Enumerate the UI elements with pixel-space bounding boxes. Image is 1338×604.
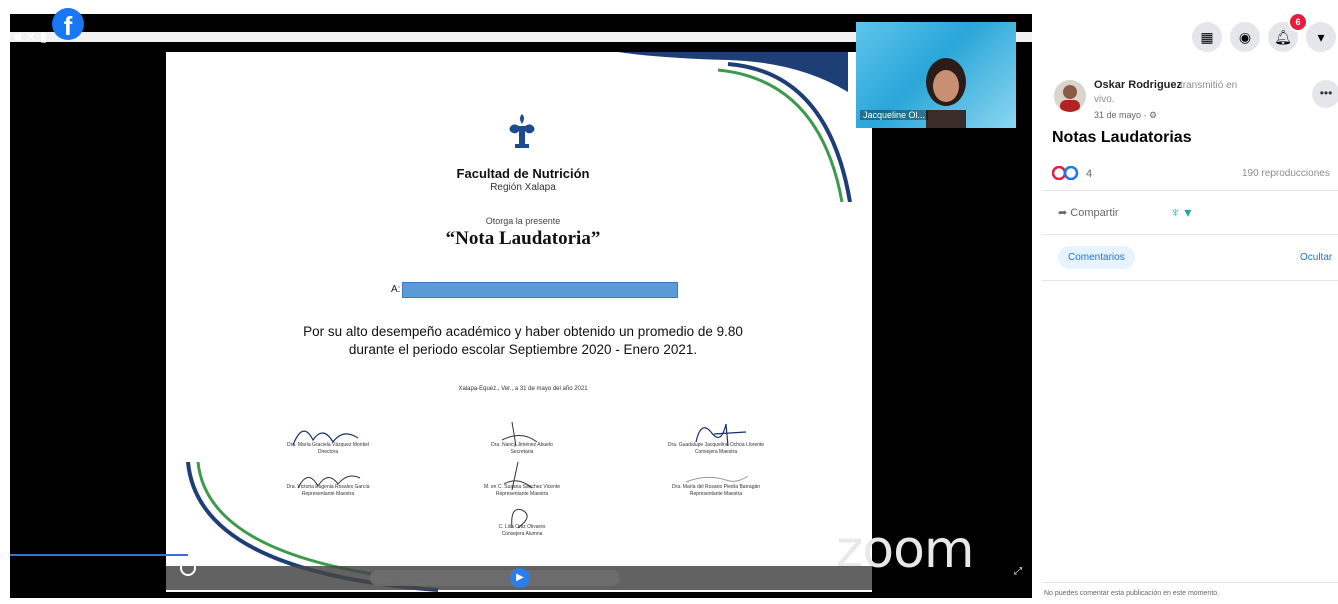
post-title: Notas Laudatorias [1052,129,1192,146]
signature-scribble-icon [685,475,749,483]
facebook-sidebar: ▦ ◉ 🔔︎ 6 ▾ Oskar Rodriguez transmitió en… [1042,0,1338,603]
playback-controls[interactable] [370,570,620,586]
university-logo-icon [509,114,535,148]
signer-role: Consejera Alumna [501,531,543,537]
signature-block: C. Lilia Ortiz Olivares Consejera Alumna [432,508,612,538]
uv-logo-reaction-icon: ♆ ▾ [1170,204,1192,220]
signature-block: Dra. Guadalupe Jacqueline Ochoa Llorente… [626,423,806,456]
grant-text: Otorga la presente [485,216,561,226]
share-button[interactable]: ➦ Compartir [1058,206,1119,219]
reason-line-2: durante el periodo escolar Septiembre 20… [348,342,698,357]
certificate-page: Facultad de Nutrición Región Xalapa Otor… [178,52,858,592]
recipient-name-redaction [402,282,678,298]
place-and-date: Xalapa-Equez., Ver., a 31 de mayo del añ… [458,386,588,392]
participant-thumbnail[interactable]: Jacqueline Ol... [856,22,1016,128]
video-player[interactable]: ■ ✕ ▮ Facultad de Nutrición Región Xalap… [10,14,1032,598]
play-button[interactable]: ▶ [510,568,530,588]
hide-comments-link[interactable]: Ocultar [1300,252,1332,263]
divider [1042,190,1338,191]
signer-role: Secretaria [510,449,534,455]
faculty-name: Facultad de Nutrición [456,166,590,181]
share-icon: ➦ [1058,207,1071,219]
signer-role: Directora [317,449,339,455]
facebook-logo-icon[interactable]: f [52,8,84,41]
signature-block: Dra. María Graciela Vázquez Montiel Dire… [238,430,418,456]
comment-disabled-note: No puedes comentar esta publicación en e… [1042,582,1338,604]
author-action-cont: vivo. [1094,94,1115,105]
signature-block: M. en C. Susana Sánchez Vicente Represen… [432,462,612,498]
reaction-count[interactable]: 4 [1086,168,1092,180]
view-count: 190 reproducciones [1242,168,1330,179]
divider [1042,280,1338,281]
signature-scribble-icon [292,430,359,446]
signer-role: Representante Maestra [495,491,549,497]
signature-scribble-icon [503,462,533,491]
signature-scribble-icon [501,421,538,447]
signature-scribble-icon [695,423,747,447]
divider [1042,234,1338,235]
certificate-slide: Facultad de Nutrición Región Xalapa Otor… [166,52,872,592]
reactions-icon[interactable] [1052,166,1082,180]
signature-block: Dra. María del Rosario Piedra Barragán R… [626,475,806,498]
fullscreen-icon[interactable]: ⤢ [1014,566,1022,577]
notification-badge: 6 [1288,12,1308,32]
user-avatar-icon [1060,85,1080,112]
participant-name: Jacqueline Ol... [860,110,929,120]
grid-menu-icon[interactable]: ▦ [1192,22,1222,52]
signature-block: Dra. Victoria Eugenia Rosales García Rep… [238,475,418,498]
more-options-icon[interactable]: ••• [1312,80,1338,108]
chevron-down-icon[interactable]: ▾ [1306,22,1336,52]
comments-tab[interactable]: Comentarios [1058,246,1135,269]
signature-scribble-icon [511,508,528,529]
region-name: Región Xalapa [490,182,556,193]
signature-scribble-icon [297,475,361,489]
play-icon: ▶ [516,572,524,583]
avatar[interactable] [1054,80,1086,112]
signer-role: Representante Maestra [689,491,743,497]
reason-line-1: Por su alto desempeño académico y haber … [303,324,743,339]
author-name[interactable]: Oskar Rodriguez [1094,79,1182,91]
progress-handle[interactable] [180,560,196,576]
messenger-icon[interactable]: ◉ [1230,22,1260,52]
recipient-label: A: [391,284,401,295]
facebook-header: ▦ ◉ 🔔︎ 6 ▾ [1042,0,1338,70]
progress-bar[interactable] [10,554,188,556]
signer-role: Representante Maestra [301,491,355,497]
reaction-picker-button[interactable]: ♆ ▾ [1170,204,1191,221]
signature-block: Dra. Nancy Jiménez Abuelo Secretaria [432,421,612,456]
post-date[interactable]: 31 de mayo · ⚙ [1094,110,1157,121]
author-action: transmitió en [1180,80,1238,91]
signer-role: Consejera Maestra [694,449,738,455]
share-label: Compartir [1070,207,1119,219]
certificate-title: “Nota Laudatoria” [445,228,601,249]
